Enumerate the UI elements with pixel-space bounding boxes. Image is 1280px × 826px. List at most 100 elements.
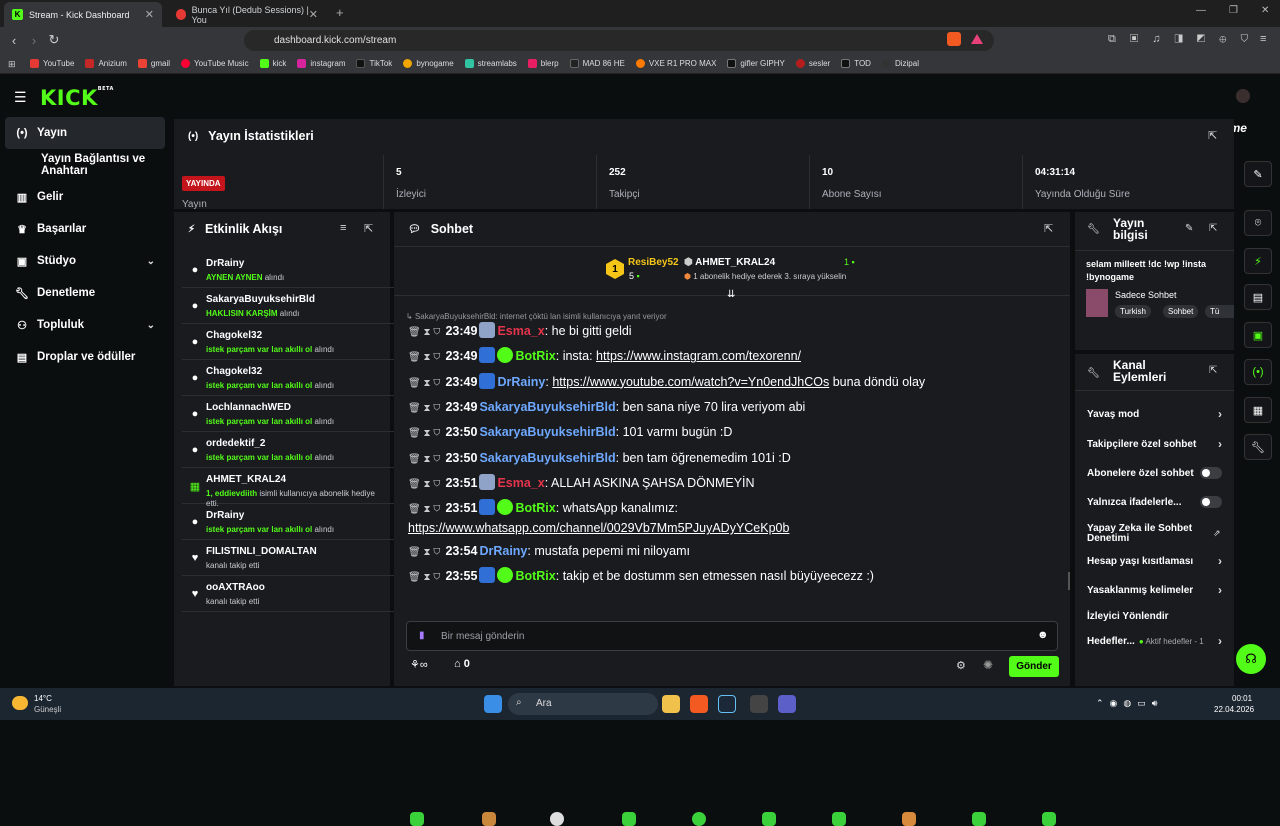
chat-username[interactable]: SakaryaBuyuksehirBld — [479, 425, 615, 439]
chat-message[interactable]: 🗑︎ ⧗ ⛉ 23:55 BotRix: takip et be dostumm s… — [408, 567, 1054, 587]
sidebar-item-denetleme[interactable]: 🔧︎ Denetleme — [5, 277, 165, 309]
bookmark-blerp[interactable]: blerp — [527, 59, 559, 68]
emote[interactable] — [692, 812, 706, 826]
activity-username[interactable]: DrRainy — [206, 510, 244, 521]
sidebar-item-studyo[interactable]: ▣ Stüdyo ⌄ — [5, 245, 165, 277]
action-followers-only[interactable]: Takipçilere özel sohbet › — [1087, 434, 1222, 454]
action-ai-moderation[interactable]: Yapay Zeka ile Sohbet Denetimi — [1087, 521, 1207, 547]
chat-username[interactable]: SakaryaBuyuksehirBld — [479, 451, 615, 465]
weather-icon[interactable] — [12, 696, 28, 710]
mod-actions-icon[interactable]: 🗑︎ ⧗ ⛉ — [408, 352, 440, 363]
rail-camera-icon[interactable]: ⌾ — [1244, 210, 1272, 236]
chat-link[interactable]: https://www.youtube.com/watch?v=Yn0endJh… — [552, 375, 829, 389]
mod-actions-icon[interactable]: 🗑︎ ⧗ ⛉ — [408, 547, 440, 558]
sidebar-item-yayin[interactable]: (•) Yayın — [5, 117, 165, 149]
sidebar-item-stream-key[interactable]: Yayın Bağlantısı ve Anahtarı — [5, 149, 165, 181]
mod-actions-icon[interactable]: 🗑︎ ⧗ ⛉ — [408, 403, 440, 414]
top-gifter-name[interactable]: ResiBey52 — [628, 257, 679, 268]
chat-link[interactable]: https://www.whatsapp.com/channel/0029Vb7… — [408, 521, 789, 535]
emote[interactable] — [1042, 812, 1056, 826]
bookmark-anizium[interactable]: Anizium — [85, 59, 127, 68]
sidebar-item-gelir[interactable]: ▥ Gelir — [5, 181, 165, 213]
bookmark-dizipal[interactable]: Dizipal — [881, 59, 919, 68]
chat-link[interactable]: https://www.instagram.com/texorenn/ — [596, 349, 801, 363]
gift-sub-icon[interactable]: ✺ — [983, 658, 993, 672]
steam-icon[interactable] — [718, 695, 736, 713]
store-icon[interactable] — [778, 695, 796, 713]
rewards-icon[interactable] — [971, 34, 983, 44]
kick-logo[interactable]: KICKBETA — [40, 86, 114, 110]
bookmark-youtube-music[interactable]: YouTube Music — [181, 59, 249, 68]
mod-actions-icon[interactable]: 🗑︎ ⧗ ⛉ — [408, 454, 440, 465]
app-icon[interactable] — [750, 695, 768, 713]
forward-icon[interactable]: › — [25, 31, 43, 49]
sidebar-item-droplar[interactable]: ▤ Droplar ve ödüller — [5, 341, 165, 373]
mod-actions-icon[interactable]: 🗑︎ ⧗ ⛉ — [408, 479, 440, 490]
popout-icon[interactable]: ⇱ — [1209, 223, 1217, 234]
rail-wrench-icon[interactable]: 🔧︎ — [1244, 434, 1272, 460]
rail-chat-icon[interactable]: ▣ — [1244, 322, 1272, 348]
sidebar-item-topluluk[interactable]: ⚇ Topluluk ⌄ — [5, 309, 165, 341]
emote[interactable] — [410, 812, 424, 826]
activity-username[interactable]: AHMET_KRAL24 — [206, 474, 286, 485]
bookmark-gmail[interactable]: gmail — [137, 59, 170, 68]
subs-only-toggle[interactable] — [1200, 467, 1222, 479]
external-link-icon[interactable]: ⇗ — [1213, 528, 1221, 539]
mod-actions-icon[interactable]: 🗑︎ ⧗ ⛉ — [408, 378, 440, 389]
chat-username[interactable]: BotRix — [515, 501, 555, 515]
bookmark-bynogame[interactable]: bynogame — [403, 59, 454, 68]
second-gifter-name[interactable]: ⬢ AHMET_KRAL24 — [684, 257, 775, 268]
action-emotes-only[interactable]: Yalnızca ifadelerle... — [1087, 492, 1222, 512]
rail-edit-icon[interactable]: ✎ — [1244, 161, 1272, 187]
chat-message[interactable]: 🗑︎ ⧗ ⛉ 23:49 DrRainy: https://www.youtube.… — [408, 372, 1054, 393]
action-banned-words[interactable]: Yasaklanmış kelimeler › — [1087, 580, 1222, 600]
new-tab-icon[interactable]: + — [336, 5, 344, 20]
chat-scrollbar[interactable] — [1068, 572, 1070, 590]
rail-activity-icon[interactable]: ⚡︎ — [1244, 248, 1272, 274]
chat-username[interactable]: Esma_x — [497, 476, 544, 490]
menu-icon[interactable]: ≡ — [1260, 33, 1266, 45]
brave-shield-icon[interactable] — [947, 32, 961, 46]
close-tab-icon[interactable]: ✕ — [309, 8, 318, 21]
bookmark-kick[interactable]: kick — [259, 59, 286, 68]
bookmark-mad86[interactable]: MAD 86 HE — [569, 59, 625, 68]
emote[interactable] — [482, 812, 496, 826]
emote[interactable] — [832, 812, 846, 826]
hamburger-menu-icon[interactable]: ☰ — [14, 89, 27, 106]
popout-icon[interactable]: ⇱ — [364, 222, 373, 235]
mod-actions-icon[interactable]: 🗑︎ ⧗ ⛉ — [408, 327, 440, 338]
emote[interactable] — [550, 812, 564, 826]
tab-youtube[interactable]: Bunca Yıl (Dedub Sessions) | You ✕ — [168, 2, 326, 27]
chat-message[interactable]: 🗑︎ ⧗ ⛉ 23:49 SakaryaBuyuksehirBld: ben san… — [408, 398, 1054, 418]
tag[interactable]: Sohbet — [1163, 305, 1199, 318]
action-goals[interactable]: Hedefler... ● Aktif hedefler - 1 › — [1087, 631, 1222, 651]
action-account-age[interactable]: Hesap yaşı kısıtlaması › — [1087, 551, 1222, 571]
rail-document-icon[interactable]: ▤ — [1244, 284, 1272, 310]
send-button[interactable]: Gönder — [1009, 656, 1059, 677]
category-name[interactable]: Sadece Sohbet — [1115, 290, 1177, 300]
tag[interactable]: Turkish — [1115, 305, 1151, 318]
rail-broadcast-icon[interactable]: (•) — [1244, 359, 1272, 385]
reload-icon[interactable]: ↻ — [45, 31, 63, 49]
bookmark-instagram[interactable]: instagram — [297, 59, 345, 68]
points-icon[interactable]: ⚘∞ — [410, 658, 428, 671]
apps-icon[interactable]: ⊞ — [8, 59, 16, 70]
chat-message[interactable]: 🗑︎ ⧗ ⛉ 23:51 Esma_x: ALLAH ASKINA ŞAHSA DÖ… — [408, 473, 1054, 494]
settings-gear-icon[interactable]: ⚙ — [956, 659, 966, 672]
emote[interactable] — [972, 812, 986, 826]
chat-message[interactable]: 🗑︎ ⧗ ⛉ 23:50 SakaryaBuyuksehirBld: 101 var… — [408, 423, 1054, 443]
chat-username[interactable]: SakaryaBuyuksehirBld — [479, 400, 615, 414]
maximize-icon[interactable]: ❐ — [1229, 5, 1238, 16]
chat-message[interactable]: 🗑︎ ⧗ ⛉ 23:50 SakaryaBuyuksehirBld: ben tam… — [408, 449, 1054, 469]
bookmark-tiktok[interactable]: TikTok — [356, 59, 392, 68]
popout-icon[interactable]: ⇱ — [1209, 365, 1217, 376]
back-icon[interactable]: ‹ — [5, 31, 23, 49]
emoji-icon[interactable]: ☻ — [1037, 629, 1049, 641]
support-chat-icon[interactable]: ☊ — [1236, 644, 1266, 674]
store-button[interactable]: ⌂ 0 — [454, 658, 470, 670]
close-tab-icon[interactable]: ✕ — [145, 8, 154, 21]
tray-icons[interactable]: ⌃◉◍▭🔊︎ — [1096, 698, 1163, 709]
bookmark-tod[interactable]: TOD — [841, 59, 871, 68]
emote[interactable] — [762, 812, 776, 826]
popout-icon[interactable]: ⇱ — [1208, 129, 1217, 142]
